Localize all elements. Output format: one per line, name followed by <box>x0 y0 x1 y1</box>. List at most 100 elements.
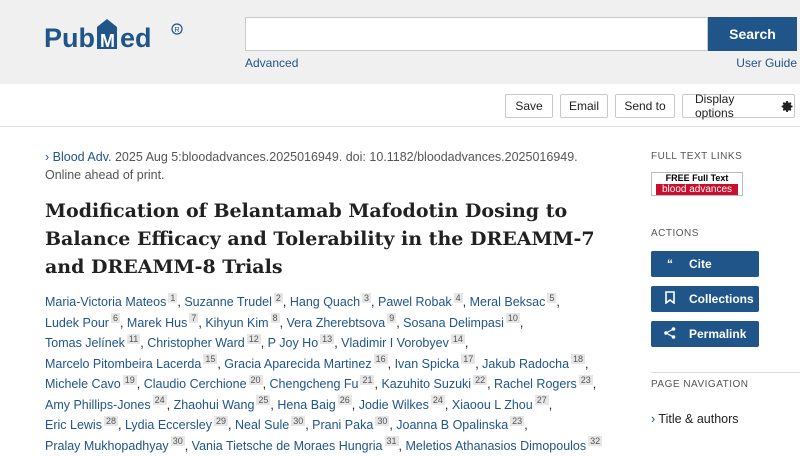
nav-title-authors[interactable]: › Title & authors <box>651 412 739 426</box>
affiliation-number[interactable]: 7 <box>189 313 199 324</box>
author-name: Christopher Ward <box>147 336 245 350</box>
author-link[interactable]: Meletios Athanasios Dimopoulos 32 <box>405 436 603 453</box>
author-link[interactable]: Pralay Mukhopadhyay 30 <box>45 436 185 453</box>
search-input[interactable] <box>245 17 708 51</box>
affiliation-number[interactable]: 26 <box>337 395 352 406</box>
affiliation-number[interactable]: 28 <box>103 415 118 426</box>
author-link[interactable]: Ivan Spicka 17 <box>395 354 476 371</box>
author-name: Sosana Delimpasi <box>403 315 504 330</box>
author-link[interactable]: Hena Baig 26 <box>277 395 352 412</box>
affiliation-number[interactable]: 10 <box>505 313 520 324</box>
author-link[interactable]: Chengcheng Fu 21 <box>270 374 375 391</box>
send-to-button[interactable]: Send to <box>615 94 675 118</box>
publication-status: Online ahead of print. <box>45 168 165 182</box>
affiliation-number[interactable]: 13 <box>320 333 335 344</box>
author-name: Vera Zherebtsova <box>286 315 386 330</box>
author-link[interactable]: Sosana Delimpasi 10 <box>403 313 520 330</box>
author-link[interactable]: Ludek Pour 6 <box>45 313 120 330</box>
author-link[interactable]: Zhaohui Wang 25 <box>174 395 271 412</box>
author-name: Claudio Cerchione <box>143 377 247 391</box>
author-link[interactable]: Neal Sule 30 <box>235 415 306 432</box>
author-name: Kazuhito Suzuki <box>381 377 472 391</box>
journal-link[interactable]: Blood Adv. <box>53 150 112 164</box>
author-link[interactable]: Suzanne Trudel 2 <box>184 292 283 309</box>
author-name: Hang Quach <box>289 295 361 309</box>
author-link[interactable]: Christopher Ward 12 <box>147 333 261 350</box>
author-link[interactable]: Kazuhito Suzuki 22 <box>381 374 488 391</box>
email-button[interactable]: Email <box>560 94 608 118</box>
affiliation-number[interactable]: 32 <box>588 436 603 447</box>
author-link[interactable]: Amy Phillips-Jones 24 <box>45 395 167 412</box>
author-link[interactable]: Rachel Rogers 23 <box>494 374 593 391</box>
save-button[interactable]: Save <box>505 94 553 118</box>
affiliation-number[interactable]: 22 <box>473 374 488 385</box>
affiliation-number[interactable]: 15 <box>203 354 218 365</box>
affiliation-number[interactable]: 30 <box>291 415 306 426</box>
author-link[interactable]: Lydia Eccersley 29 <box>125 415 229 432</box>
author-link[interactable]: Tomas Jelínek 11 <box>45 333 141 350</box>
author-name: Eric Lewis <box>45 418 102 432</box>
author-name: Ludek Pour <box>45 315 109 330</box>
affiliation-number[interactable]: 19 <box>122 374 137 385</box>
svg-text:Pub: Pub <box>44 23 95 53</box>
affiliation-number[interactable]: 1 <box>168 292 178 303</box>
affiliation-number[interactable]: 9 <box>387 313 397 324</box>
author-link[interactable]: Claudio Cerchione 20 <box>143 374 263 391</box>
author-link[interactable]: Gracia Aparecida Martinez 16 <box>224 354 388 371</box>
collections-button[interactable]: Collections <box>651 286 759 312</box>
author-link[interactable]: Vladimir I Vorobyev 14 <box>341 333 465 350</box>
author-link[interactable]: Hang Quach 3 <box>289 292 372 309</box>
affiliation-number[interactable]: 11 <box>126 333 141 344</box>
actions-heading: ACTIONS <box>651 228 699 239</box>
affiliation-number[interactable]: 4 <box>453 292 463 303</box>
author-name: Jodie Wilkes <box>358 397 429 412</box>
affiliation-number[interactable]: 20 <box>248 374 263 385</box>
author-link[interactable]: Jodie Wilkes 24 <box>358 395 445 412</box>
display-options-button[interactable]: Display options <box>682 92 795 120</box>
search-button[interactable]: Search <box>708 17 797 51</box>
affiliation-number[interactable]: 29 <box>214 415 229 426</box>
affiliation-number[interactable]: 8 <box>270 313 280 324</box>
author-name: Jakub Radocha <box>482 356 570 371</box>
affiliation-number[interactable]: 16 <box>373 354 388 365</box>
author-link[interactable]: P Joy Ho 13 <box>268 333 335 350</box>
author-link[interactable]: Marek Hus 7 <box>127 313 199 330</box>
author-link[interactable]: Michele Cavo 19 <box>45 374 137 391</box>
affiliation-number[interactable]: 27 <box>534 395 549 406</box>
affiliation-number[interactable]: 23 <box>578 374 593 385</box>
author-link[interactable]: Vera Zherebtsova 9 <box>286 313 397 330</box>
permalink-button[interactable]: Permalink <box>651 321 759 347</box>
full-text-link-badge[interactable]: FREE Full Text blood advances <box>651 172 743 196</box>
affiliation-number[interactable]: 2 <box>273 292 283 303</box>
author-link[interactable]: Xiaoou L Zhou 27 <box>452 395 549 412</box>
author-link[interactable]: Pawel Robak 4 <box>378 292 463 309</box>
affiliation-number[interactable]: 30 <box>170 436 185 447</box>
author-link[interactable]: Prani Paka 30 <box>312 415 390 432</box>
affiliation-number[interactable]: 23 <box>510 415 525 426</box>
author-link[interactable]: Meral Beksac 5 <box>470 292 557 309</box>
affiliation-number[interactable]: 30 <box>375 415 390 426</box>
affiliation-number[interactable]: 25 <box>256 395 271 406</box>
affiliation-number[interactable]: 14 <box>450 333 465 344</box>
affiliation-number[interactable]: 17 <box>461 354 476 365</box>
affiliation-number[interactable]: 12 <box>246 333 261 344</box>
affiliation-number[interactable]: 6 <box>110 313 120 324</box>
advanced-search-link[interactable]: Advanced <box>245 56 298 70</box>
author-name: Prani Paka <box>312 418 374 432</box>
affiliation-number[interactable]: 24 <box>152 395 167 406</box>
author-link[interactable]: Vania Tietsche de Moraes Hungria 31 <box>192 436 399 453</box>
affiliation-number[interactable]: 18 <box>571 354 586 365</box>
affiliation-number[interactable]: 31 <box>384 436 399 447</box>
author-link[interactable]: Jakub Radocha 18 <box>482 354 586 371</box>
pubmed-logo[interactable]: Pub M ed R <box>44 17 194 57</box>
affiliation-number[interactable]: 24 <box>430 395 445 406</box>
affiliation-number[interactable]: 3 <box>362 292 372 303</box>
user-guide-link[interactable]: User Guide <box>736 56 797 70</box>
author-link[interactable]: Kihyun Kim 8 <box>205 313 280 330</box>
cite-button[interactable]: “ Cite <box>651 251 759 277</box>
author-link[interactable]: Joanna B Opalinska 23 <box>396 415 525 432</box>
author-link[interactable]: Eric Lewis 28 <box>45 415 118 432</box>
affiliation-number[interactable]: 21 <box>360 374 375 385</box>
author-link[interactable]: Maria-Victoria Mateos 1 <box>45 292 178 309</box>
author-link[interactable]: Marcelo Pitombeira Lacerda 15 <box>45 354 218 371</box>
